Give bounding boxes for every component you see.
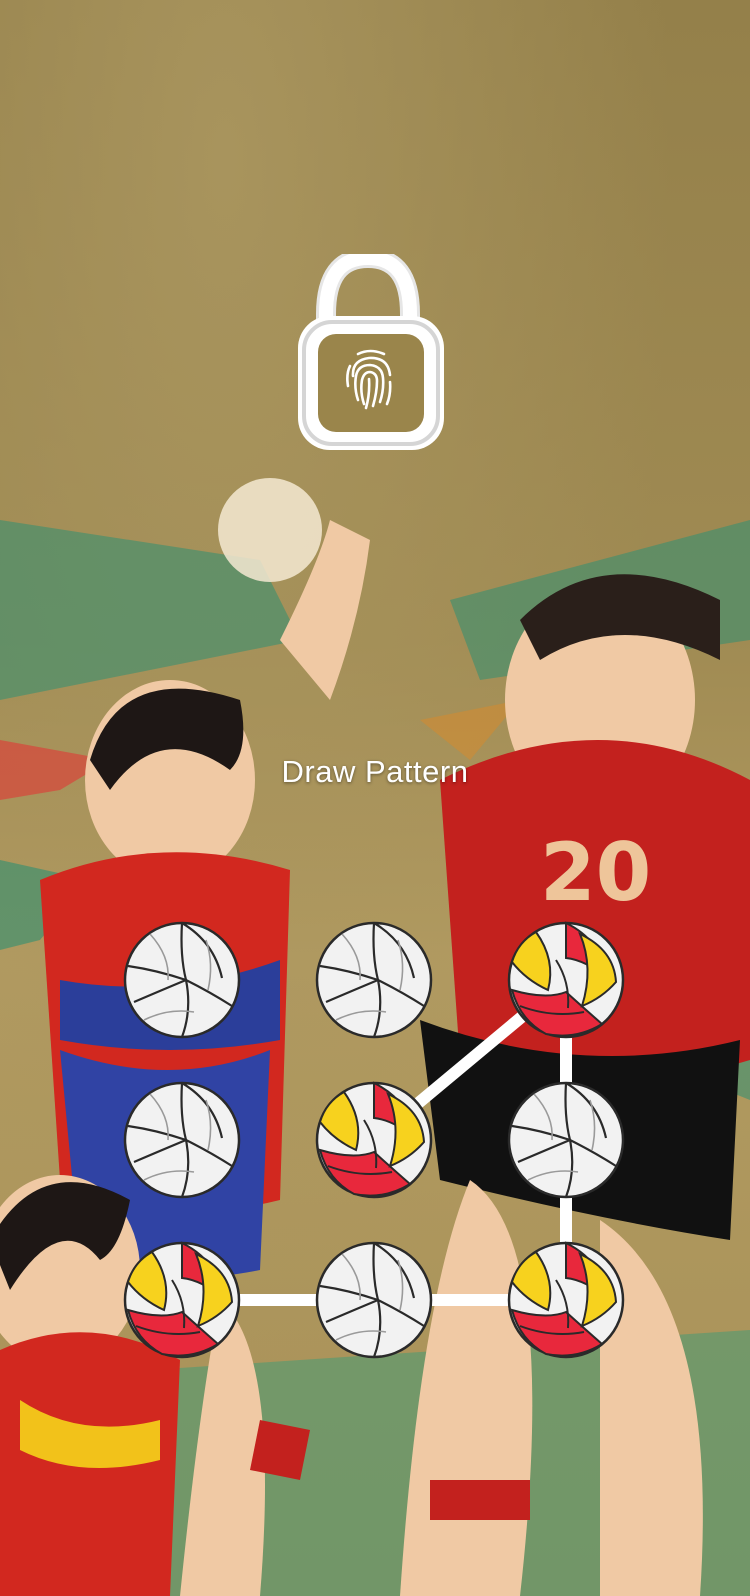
- pattern-node-selected[interactable]: [506, 920, 626, 1040]
- pattern-node-selected[interactable]: [506, 1240, 626, 1360]
- volleyball-icon: [123, 1081, 241, 1199]
- volleyball-selected-icon: [315, 1081, 433, 1199]
- pattern-node[interactable]: [122, 920, 242, 1040]
- pattern-node-selected[interactable]: [122, 1240, 242, 1360]
- volleyball-selected-icon: [123, 1241, 241, 1359]
- volleyball-icon: [123, 921, 241, 1039]
- volleyball-icon: [315, 921, 433, 1039]
- volleyball-icon: [315, 1241, 433, 1359]
- pattern-node[interactable]: [122, 1080, 242, 1200]
- pattern-grid[interactable]: [0, 0, 750, 1596]
- pattern-node[interactable]: [314, 1240, 434, 1360]
- volleyball-selected-icon: [507, 921, 625, 1039]
- pattern-node[interactable]: [314, 920, 434, 1040]
- pattern-node[interactable]: [506, 1080, 626, 1200]
- pattern-node-selected[interactable]: [314, 1080, 434, 1200]
- volleyball-icon: [507, 1081, 625, 1199]
- volleyball-selected-icon: [507, 1241, 625, 1359]
